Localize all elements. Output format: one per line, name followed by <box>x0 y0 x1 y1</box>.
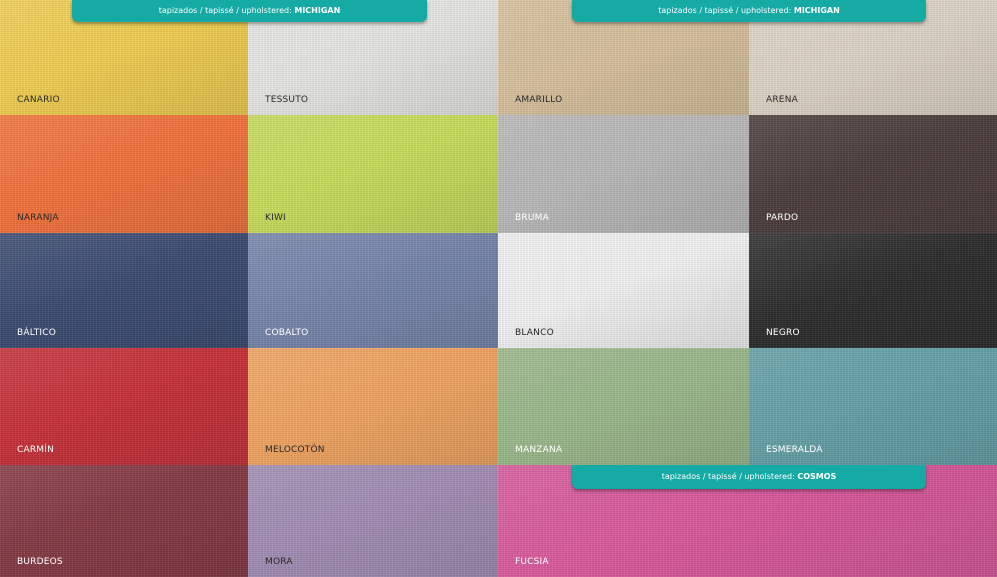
tab-prefix: tapizados / tapissé / upholstered: <box>658 6 794 15</box>
swatch-label: NARANJA <box>17 213 59 223</box>
swatch-label: BLANCO <box>515 328 554 338</box>
swatch-melocoton[interactable]: MELOCOTÓN <box>248 348 498 465</box>
upholstery-tab-michigan-left: tapizados / tapissé / upholstered: MICHI… <box>72 0 427 22</box>
swatch-label: BRUMA <box>515 213 549 223</box>
swatch-kiwi[interactable]: KIWI <box>248 115 498 233</box>
tab-prefix: tapizados / tapissé / upholstered: <box>158 6 295 15</box>
swatch-burdeos[interactable]: BURDEOS <box>0 465 248 577</box>
swatch-negro[interactable]: NEGRO <box>749 233 997 348</box>
swatch-label: MORA <box>265 557 293 567</box>
swatch-label: COBALTO <box>265 328 309 338</box>
swatch-label: MANZANA <box>515 445 563 455</box>
swatch-esmeralda[interactable]: ESMERALDA <box>749 348 997 465</box>
upholstery-tab-cosmos: tapizados / tapissé / upholstered: COSMO… <box>572 465 926 489</box>
swatch-carmin[interactable]: CARMÍN <box>0 348 248 465</box>
swatch-label: FUCSIA <box>515 557 549 567</box>
swatch-label: ARENA <box>766 95 798 105</box>
swatch-label: TESSUTO <box>265 95 309 105</box>
swatch-label: AMARILLO <box>515 95 563 105</box>
swatch-label: CANARIO <box>17 95 60 105</box>
swatch-grid: CANARIO TESSUTO AMARILLO ARENA NARANJA K… <box>0 0 997 577</box>
tab-prefix: tapizados / tapissé / upholstered: <box>661 472 798 481</box>
swatch-label: ESMERALDA <box>766 445 823 455</box>
tab-collection-name: MICHIGAN <box>793 6 840 15</box>
swatch-cobalto[interactable]: COBALTO <box>248 233 498 348</box>
swatch-label: BÁLTICO <box>17 328 57 338</box>
tab-collection-name: MICHIGAN <box>294 6 341 15</box>
swatch-label: MELOCOTÓN <box>265 445 325 455</box>
swatch-label: PARDO <box>766 213 799 223</box>
swatch-label: KIWI <box>265 213 286 223</box>
upholstery-tab-michigan-right: tapizados / tapissé / upholstered: MICHI… <box>572 0 926 22</box>
swatch-blanco[interactable]: BLANCO <box>498 233 749 348</box>
swatch-bruma[interactable]: BRUMA <box>498 115 749 233</box>
swatch-baltico[interactable]: BÁLTICO <box>0 233 248 348</box>
swatch-label: BURDEOS <box>17 557 63 567</box>
swatch-pardo[interactable]: PARDO <box>749 115 997 233</box>
tab-collection-name: COSMOS <box>797 472 837 481</box>
swatch-mora[interactable]: MORA <box>248 465 498 577</box>
swatch-naranja[interactable]: NARANJA <box>0 115 248 233</box>
swatch-label: CARMÍN <box>17 445 55 455</box>
swatch-label: NEGRO <box>766 328 800 338</box>
swatch-manzana[interactable]: MANZANA <box>498 348 749 465</box>
